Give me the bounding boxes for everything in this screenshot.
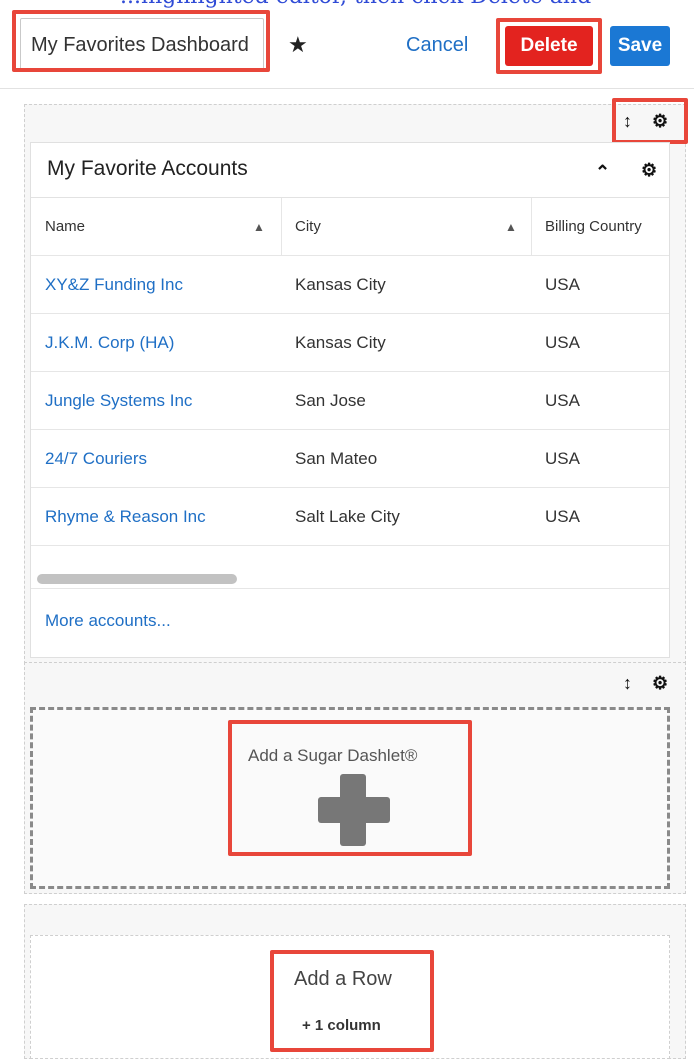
- chevron-up-icon[interactable]: ⌃: [595, 161, 610, 183]
- star-icon[interactable]: ★: [288, 30, 308, 60]
- table-row: Jungle Systems Inc San Jose USA: [31, 372, 669, 430]
- column-header-billing-country[interactable]: Billing Country: [545, 198, 669, 256]
- column-header-name[interactable]: Name: [45, 198, 281, 256]
- gear-icon[interactable]: ⚙: [652, 110, 668, 132]
- dashboard-name-input[interactable]: [20, 18, 264, 72]
- account-city: San Mateo: [295, 449, 378, 468]
- horizontal-scrollbar[interactable]: [37, 574, 237, 584]
- table-row: Rhyme & Reason Inc Salt Lake City USA: [31, 488, 669, 546]
- header-divider: [0, 88, 694, 89]
- column-header-city[interactable]: City: [295, 198, 531, 256]
- account-name-link[interactable]: Rhyme & Reason Inc: [45, 488, 281, 546]
- table-row: 24/7 Couriers San Mateo USA: [31, 430, 669, 488]
- account-name-link[interactable]: J.K.M. Corp (HA): [45, 314, 281, 372]
- table-row: J.K.M. Corp (HA) Kansas City USA: [31, 314, 669, 372]
- add-row-area: [30, 935, 670, 1059]
- account-country: USA: [545, 507, 580, 526]
- account-name-link[interactable]: 24/7 Couriers: [45, 430, 281, 488]
- more-accounts-link[interactable]: More accounts...: [45, 611, 171, 631]
- column-divider: [281, 198, 282, 256]
- column-divider: [531, 198, 532, 256]
- cropped-caption: ...highlighted editor, then click Delete…: [120, 0, 594, 8]
- sort-icon[interactable]: ▲: [253, 198, 265, 256]
- accounts-table: Name ▲ City ▲ Billing Country XY&Z Fundi…: [31, 198, 669, 568]
- resize-vertical-icon[interactable]: ↕: [623, 110, 632, 132]
- account-country: USA: [545, 449, 580, 468]
- account-city: Kansas City: [295, 333, 386, 352]
- footer-divider: [31, 588, 669, 589]
- sort-icon[interactable]: ▲: [505, 198, 517, 256]
- account-country: USA: [545, 275, 580, 294]
- dashlet-title: My Favorite Accounts: [47, 157, 248, 180]
- gear-icon[interactable]: ⚙: [641, 159, 657, 181]
- gear-icon[interactable]: ⚙: [652, 672, 668, 694]
- account-country: USA: [545, 333, 580, 352]
- table-row: XY&Z Funding Inc Kansas City USA: [31, 256, 669, 314]
- plus-icon-bar[interactable]: [318, 797, 390, 823]
- add-one-column-button[interactable]: + 1 column: [302, 1017, 381, 1034]
- save-button[interactable]: Save: [610, 26, 670, 66]
- cancel-button[interactable]: Cancel: [406, 32, 468, 58]
- resize-vertical-icon[interactable]: ↕: [623, 672, 632, 694]
- account-city: Kansas City: [295, 275, 386, 294]
- favorite-accounts-dashlet: My Favorite Accounts ⌃ ⚙ Name ▲ City ▲ B…: [30, 142, 670, 658]
- account-city: Salt Lake City: [295, 507, 400, 526]
- account-city: San Jose: [295, 391, 366, 410]
- add-row-label: Add a Row: [294, 968, 392, 990]
- table-header-row: Name ▲ City ▲ Billing Country: [31, 198, 669, 256]
- delete-button[interactable]: Delete: [505, 26, 593, 66]
- account-name-link[interactable]: Jungle Systems Inc: [45, 372, 281, 430]
- account-name-link[interactable]: XY&Z Funding Inc: [45, 256, 281, 314]
- account-country: USA: [545, 391, 580, 410]
- add-dashlet-label[interactable]: Add a Sugar Dashlet®: [248, 746, 417, 766]
